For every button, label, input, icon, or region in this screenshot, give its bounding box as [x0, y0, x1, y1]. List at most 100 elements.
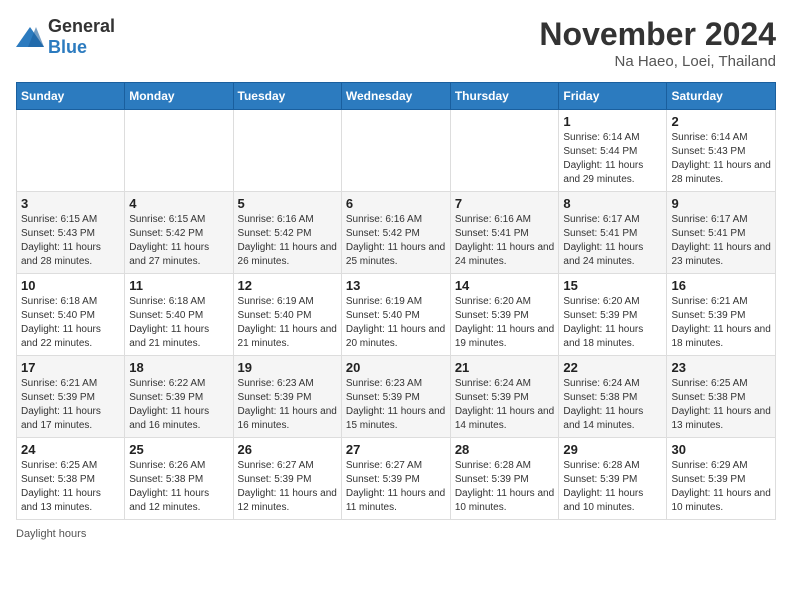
day-info: Sunrise: 6:21 AM Sunset: 5:39 PM Dayligh… — [21, 377, 120, 433]
day-number: 10 — [21, 278, 120, 293]
day-number: 4 — [129, 196, 228, 211]
day-cell: 15 Sunrise: 6:20 AM Sunset: 5:39 PM Dayli… — [559, 274, 667, 356]
day-info: Sunrise: 6:19 AM Sunset: 5:40 PM Dayligh… — [346, 295, 446, 351]
day-cell: 2Sunrise: 6:14 AM Sunset: 5:43 PM Daylig… — [667, 110, 776, 192]
footer-note: Daylight hours — [16, 528, 776, 540]
day-number: 19 — [238, 360, 337, 375]
day-cell: 9Sunrise: 6:17 AM Sunset: 5:41 PM Daylig… — [667, 192, 776, 274]
day-number: 14 — [455, 278, 555, 293]
calendar: SundayMondayTuesdayWednesdayThursdayFrid… — [16, 82, 776, 520]
day-info: Sunrise: 6:20 AM Sunset: 5:39 PM Dayligh… — [563, 295, 662, 351]
day-info: Sunrise: 6:25 AM Sunset: 5:38 PM Dayligh… — [671, 377, 771, 433]
day-cell: 10 Sunrise: 6:18 AM Sunset: 5:40 PM Dayli… — [17, 274, 125, 356]
day-info: Sunrise: 6:27 AM Sunset: 5:39 PM Dayligh… — [238, 459, 337, 515]
day-number: 15 — [563, 278, 662, 293]
day-cell: 21Sunrise: 6:24 AM Sunset: 5:39 PM Dayli… — [450, 356, 559, 438]
day-cell: 24 Sunrise: 6:25 AM Sunset: 5:38 PM Dayli… — [17, 438, 125, 520]
day-number: 28 — [455, 442, 555, 457]
day-info: Sunrise: 6:29 AM Sunset: 5:39 PM Dayligh… — [671, 459, 771, 515]
day-cell: 26 Sunrise: 6:27 AM Sunset: 5:39 PM Dayli… — [233, 438, 341, 520]
day-cell: 27 Sunrise: 6:27 AM Sunset: 5:39 PM Dayli… — [341, 438, 450, 520]
day-info: Sunrise: 6:16 AM Sunset: 5:42 PM Dayligh… — [238, 213, 337, 269]
day-info: Sunrise: 6:26 AM Sunset: 5:38 PM Dayligh… — [129, 459, 228, 515]
day-cell: 16Sunrise: 6:21 AM Sunset: 5:39 PM Dayli… — [667, 274, 776, 356]
day-cell: 11 Sunrise: 6:18 AM Sunset: 5:40 PM Dayli… — [125, 274, 233, 356]
day-number: 9 — [671, 196, 771, 211]
day-number: 29 — [563, 442, 662, 457]
weekday-saturday: Saturday — [667, 83, 776, 110]
day-number: 8 — [563, 196, 662, 211]
weekday-thursday: Thursday — [450, 83, 559, 110]
week-row-2: 3 Sunrise: 6:15 AM Sunset: 5:43 PM Daylig… — [17, 192, 776, 274]
day-cell: 30 Sunrise: 6:29 AM Sunset: 5:39 PM Dayli… — [667, 438, 776, 520]
day-info: Sunrise: 6:25 AM Sunset: 5:38 PM Dayligh… — [21, 459, 120, 515]
day-number: 13 — [346, 278, 446, 293]
day-info: Sunrise: 6:22 AM Sunset: 5:39 PM Dayligh… — [129, 377, 228, 433]
day-cell: 7 Sunrise: 6:16 AM Sunset: 5:41 PM Daylig… — [450, 192, 559, 274]
weekday-wednesday: Wednesday — [341, 83, 450, 110]
day-number: 5 — [238, 196, 337, 211]
day-number: 6 — [346, 196, 446, 211]
day-number: 25 — [129, 442, 228, 457]
day-info: Sunrise: 6:14 AM Sunset: 5:44 PM Dayligh… — [563, 131, 662, 187]
day-cell: 12 Sunrise: 6:19 AM Sunset: 5:40 PM Dayli… — [233, 274, 341, 356]
day-info: Sunrise: 6:15 AM Sunset: 5:42 PM Dayligh… — [129, 213, 228, 269]
day-number: 20 — [346, 360, 446, 375]
logo-icon — [16, 25, 44, 49]
day-number: 17 — [21, 360, 120, 375]
day-number: 27 — [346, 442, 446, 457]
logo-text-general: General — [48, 16, 115, 36]
weekday-monday: Monday — [125, 83, 233, 110]
day-number: 23 — [671, 360, 771, 375]
day-number: 18 — [129, 360, 228, 375]
day-cell: 23 Sunrise: 6:25 AM Sunset: 5:38 PM Dayli… — [667, 356, 776, 438]
day-info: Sunrise: 6:15 AM Sunset: 5:43 PM Dayligh… — [21, 213, 120, 269]
day-cell: 20Sunrise: 6:23 AM Sunset: 5:39 PM Dayli… — [341, 356, 450, 438]
day-cell — [450, 110, 559, 192]
day-number: 26 — [238, 442, 337, 457]
day-number: 11 — [129, 278, 228, 293]
day-info: Sunrise: 6:16 AM Sunset: 5:42 PM Dayligh… — [346, 213, 446, 269]
day-number: 16 — [671, 278, 771, 293]
day-info: Sunrise: 6:17 AM Sunset: 5:41 PM Dayligh… — [563, 213, 662, 269]
weekday-sunday: Sunday — [17, 83, 125, 110]
header: General Blue November 2024 Na Haeo, Loei… — [16, 16, 776, 70]
day-number: 3 — [21, 196, 120, 211]
day-cell: 6 Sunrise: 6:16 AM Sunset: 5:42 PM Daylig… — [341, 192, 450, 274]
day-info: Sunrise: 6:24 AM Sunset: 5:39 PM Dayligh… — [455, 377, 555, 433]
day-info: Sunrise: 6:28 AM Sunset: 5:39 PM Dayligh… — [455, 459, 555, 515]
day-info: Sunrise: 6:14 AM Sunset: 5:43 PM Dayligh… — [671, 131, 771, 187]
subtitle: Na Haeo, Loei, Thailand — [539, 53, 776, 70]
day-cell: 5 Sunrise: 6:16 AM Sunset: 5:42 PM Daylig… — [233, 192, 341, 274]
day-cell: 14Sunrise: 6:20 AM Sunset: 5:39 PM Dayli… — [450, 274, 559, 356]
day-number: 7 — [455, 196, 555, 211]
day-cell — [341, 110, 450, 192]
day-info: Sunrise: 6:18 AM Sunset: 5:40 PM Dayligh… — [21, 295, 120, 351]
day-info: Sunrise: 6:18 AM Sunset: 5:40 PM Dayligh… — [129, 295, 228, 351]
day-info: Sunrise: 6:19 AM Sunset: 5:40 PM Dayligh… — [238, 295, 337, 351]
day-cell — [233, 110, 341, 192]
week-row-4: 17 Sunrise: 6:21 AM Sunset: 5:39 PM Dayli… — [17, 356, 776, 438]
week-row-3: 10 Sunrise: 6:18 AM Sunset: 5:40 PM Dayli… — [17, 274, 776, 356]
week-row-1: 1Sunrise: 6:14 AM Sunset: 5:44 PM Daylig… — [17, 110, 776, 192]
day-info: Sunrise: 6:28 AM Sunset: 5:39 PM Dayligh… — [563, 459, 662, 515]
day-number: 12 — [238, 278, 337, 293]
logo: General Blue — [16, 16, 115, 58]
day-cell: 18 Sunrise: 6:22 AM Sunset: 5:39 PM Dayli… — [125, 356, 233, 438]
day-cell: 22Sunrise: 6:24 AM Sunset: 5:38 PM Dayli… — [559, 356, 667, 438]
logo-text-blue: Blue — [48, 37, 87, 57]
day-cell: 28 Sunrise: 6:28 AM Sunset: 5:39 PM Dayli… — [450, 438, 559, 520]
weekday-tuesday: Tuesday — [233, 83, 341, 110]
day-cell: 1Sunrise: 6:14 AM Sunset: 5:44 PM Daylig… — [559, 110, 667, 192]
week-row-5: 24 Sunrise: 6:25 AM Sunset: 5:38 PM Dayli… — [17, 438, 776, 520]
day-info: Sunrise: 6:23 AM Sunset: 5:39 PM Dayligh… — [238, 377, 337, 433]
day-cell: 25 Sunrise: 6:26 AM Sunset: 5:38 PM Dayli… — [125, 438, 233, 520]
day-number: 30 — [671, 442, 771, 457]
day-cell — [17, 110, 125, 192]
day-info: Sunrise: 6:16 AM Sunset: 5:41 PM Dayligh… — [455, 213, 555, 269]
title-area: November 2024 Na Haeo, Loei, Thailand — [539, 16, 776, 70]
day-info: Sunrise: 6:24 AM Sunset: 5:38 PM Dayligh… — [563, 377, 662, 433]
day-number: 24 — [21, 442, 120, 457]
day-info: Sunrise: 6:27 AM Sunset: 5:39 PM Dayligh… — [346, 459, 446, 515]
day-cell: 13 Sunrise: 6:19 AM Sunset: 5:40 PM Dayli… — [341, 274, 450, 356]
